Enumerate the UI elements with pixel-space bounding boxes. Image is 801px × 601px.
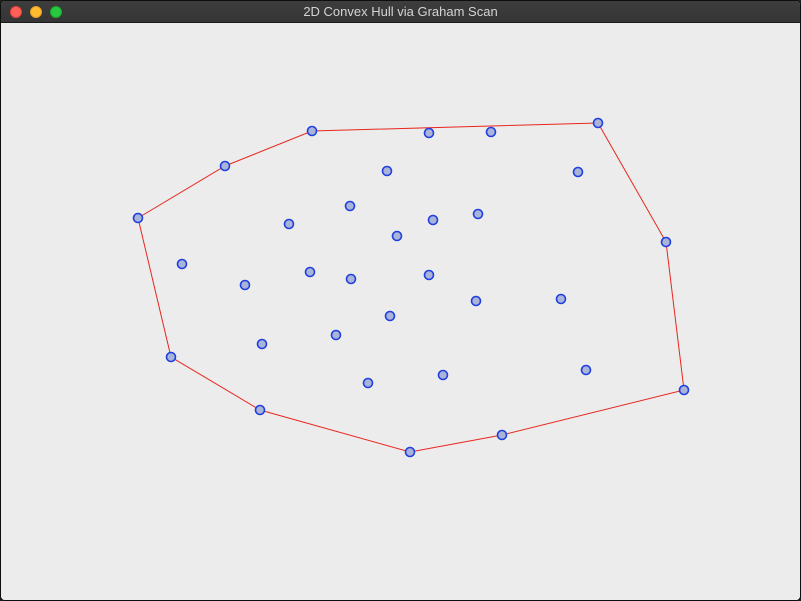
window-title: 2D Convex Hull via Graham Scan: [303, 4, 498, 19]
data-point-16: [304, 266, 316, 278]
data-point-19: [239, 279, 251, 291]
data-point-32: [404, 446, 416, 458]
data-point-24: [256, 338, 268, 350]
data-point-8: [132, 212, 144, 224]
data-point-30: [254, 404, 266, 416]
data-point-5: [219, 160, 231, 172]
data-point-13: [391, 230, 403, 242]
point-set: [132, 117, 690, 458]
data-point-17: [345, 273, 357, 285]
data-point-26: [580, 364, 592, 376]
data-point-14: [660, 236, 672, 248]
data-point-31: [496, 429, 508, 441]
data-point-10: [283, 218, 295, 230]
data-point-20: [470, 295, 482, 307]
data-point-2: [423, 127, 435, 139]
data-point-6: [381, 165, 393, 177]
title-bar[interactable]: 2D Convex Hull via Graham Scan: [1, 1, 800, 23]
data-point-29: [678, 384, 690, 396]
data-point-7: [572, 166, 584, 178]
data-point-4: [592, 117, 604, 129]
data-point-9: [344, 200, 356, 212]
data-point-21: [555, 293, 567, 305]
data-point-25: [165, 351, 177, 363]
convex-hull-polygon: [137, 122, 685, 453]
data-point-18: [423, 269, 435, 281]
drawing-canvas[interactable]: [1, 23, 800, 600]
convex-hull-plot: [132, 117, 690, 458]
data-point-28: [362, 377, 374, 389]
data-point-12: [472, 208, 484, 220]
data-point-3: [485, 126, 497, 138]
data-point-27: [437, 369, 449, 381]
data-point-1: [306, 125, 318, 137]
data-point-23: [330, 329, 342, 341]
app-window: 2D Convex Hull via Graham Scan: [0, 0, 801, 601]
data-point-11: [427, 214, 439, 226]
data-point-15: [176, 258, 188, 270]
data-point-22: [384, 310, 396, 322]
